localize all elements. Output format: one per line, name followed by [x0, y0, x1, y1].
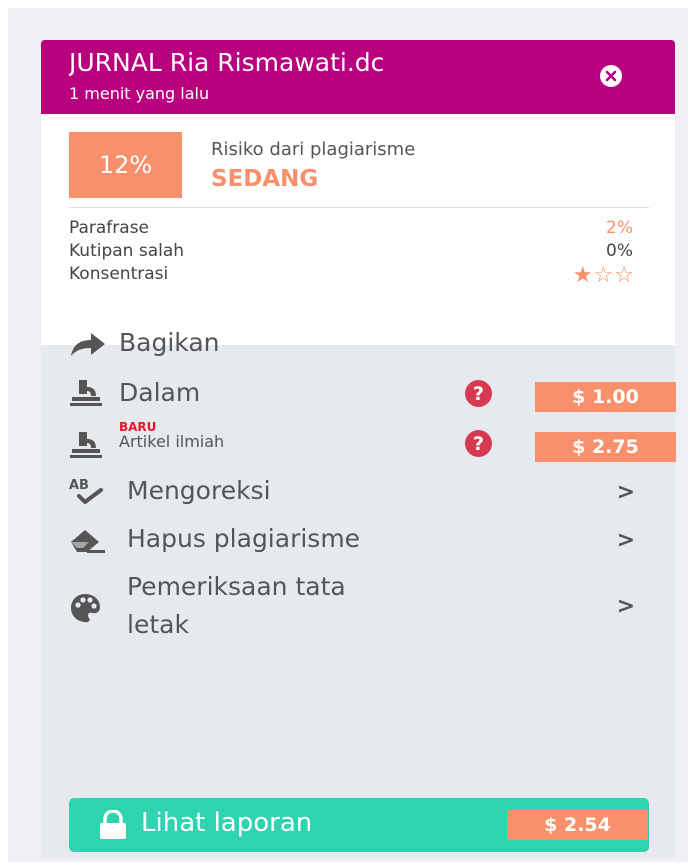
layout-check-menu-item[interactable]: Pemeriksaan tata letak >: [69, 570, 649, 646]
remove-plagiarism-menu-item[interactable]: Hapus plagiarisme >: [69, 522, 649, 558]
scientific-article-label: Artikel ilmiah: [119, 432, 225, 451]
remove-plagiarism-label: Hapus plagiarisme: [127, 524, 361, 553]
chevron-right-icon: >: [616, 594, 635, 619]
metric-wrong-quote-value: 0%: [606, 241, 633, 261]
view-report-button[interactable]: Lihat laporan $ 2.54: [69, 798, 649, 852]
lock-icon: [100, 810, 126, 839]
share-icon: [71, 333, 105, 356]
chevron-right-icon: >: [616, 480, 635, 505]
scientific-article-menu-item[interactable]: BARU Artikel ilmiah ? $ 2.75: [69, 420, 676, 464]
correct-menu-item[interactable]: AB Mengoreksi >: [69, 474, 649, 510]
share-label: Bagikan: [119, 328, 220, 357]
close-icon[interactable]: [599, 64, 623, 88]
divider: [69, 207, 649, 208]
concentration-star-rating: ★☆☆: [572, 263, 635, 288]
eraser-icon: [71, 530, 105, 553]
risk-level: SEDANG: [211, 166, 319, 192]
document-header: JURNAL Ria Rismawati.dc 1 menit yang lal…: [41, 40, 675, 114]
share-menu-item[interactable]: Bagikan: [69, 328, 649, 362]
view-report-label: Lihat laporan: [141, 808, 313, 838]
palette-icon: [71, 594, 100, 623]
view-report-price: $ 2.54: [507, 810, 648, 840]
help-icon[interactable]: ?: [465, 430, 492, 457]
metric-paraphrase-label: Parafrase: [69, 218, 150, 238]
document-timestamp: 1 menit yang lalu: [69, 84, 210, 103]
risk-label: Risiko dari plagiarisme: [211, 139, 416, 160]
correct-label: Mengoreksi: [127, 476, 271, 505]
risk-percent-badge: 12%: [69, 132, 182, 198]
scientific-article-price: $ 2.75: [535, 432, 676, 462]
layout-check-label-line1: Pemeriksaan tata: [127, 572, 346, 601]
spellcheck-icon: AB: [69, 478, 103, 504]
dalam-price: $ 1.00: [535, 382, 676, 412]
chevron-right-icon: >: [616, 528, 635, 553]
layout-check-label-line2: letak: [127, 610, 189, 639]
svg-text:AB: AB: [69, 478, 89, 493]
metric-concentration-label: Konsentrasi: [69, 264, 169, 284]
report-panel: JURNAL Ria Rismawati.dc 1 menit yang lal…: [41, 40, 676, 858]
metric-wrong-quote-label: Kutipan salah: [69, 241, 185, 261]
document-title: JURNAL Ria Rismawati.dc: [69, 48, 385, 77]
upload-icon: [70, 432, 102, 458]
upload-icon: [70, 380, 102, 406]
help-icon[interactable]: ?: [465, 380, 492, 407]
metric-paraphrase-value: 2%: [606, 218, 633, 238]
dalam-menu-item[interactable]: Dalam ? $ 1.00: [69, 376, 676, 412]
dalam-label: Dalam: [119, 378, 201, 407]
